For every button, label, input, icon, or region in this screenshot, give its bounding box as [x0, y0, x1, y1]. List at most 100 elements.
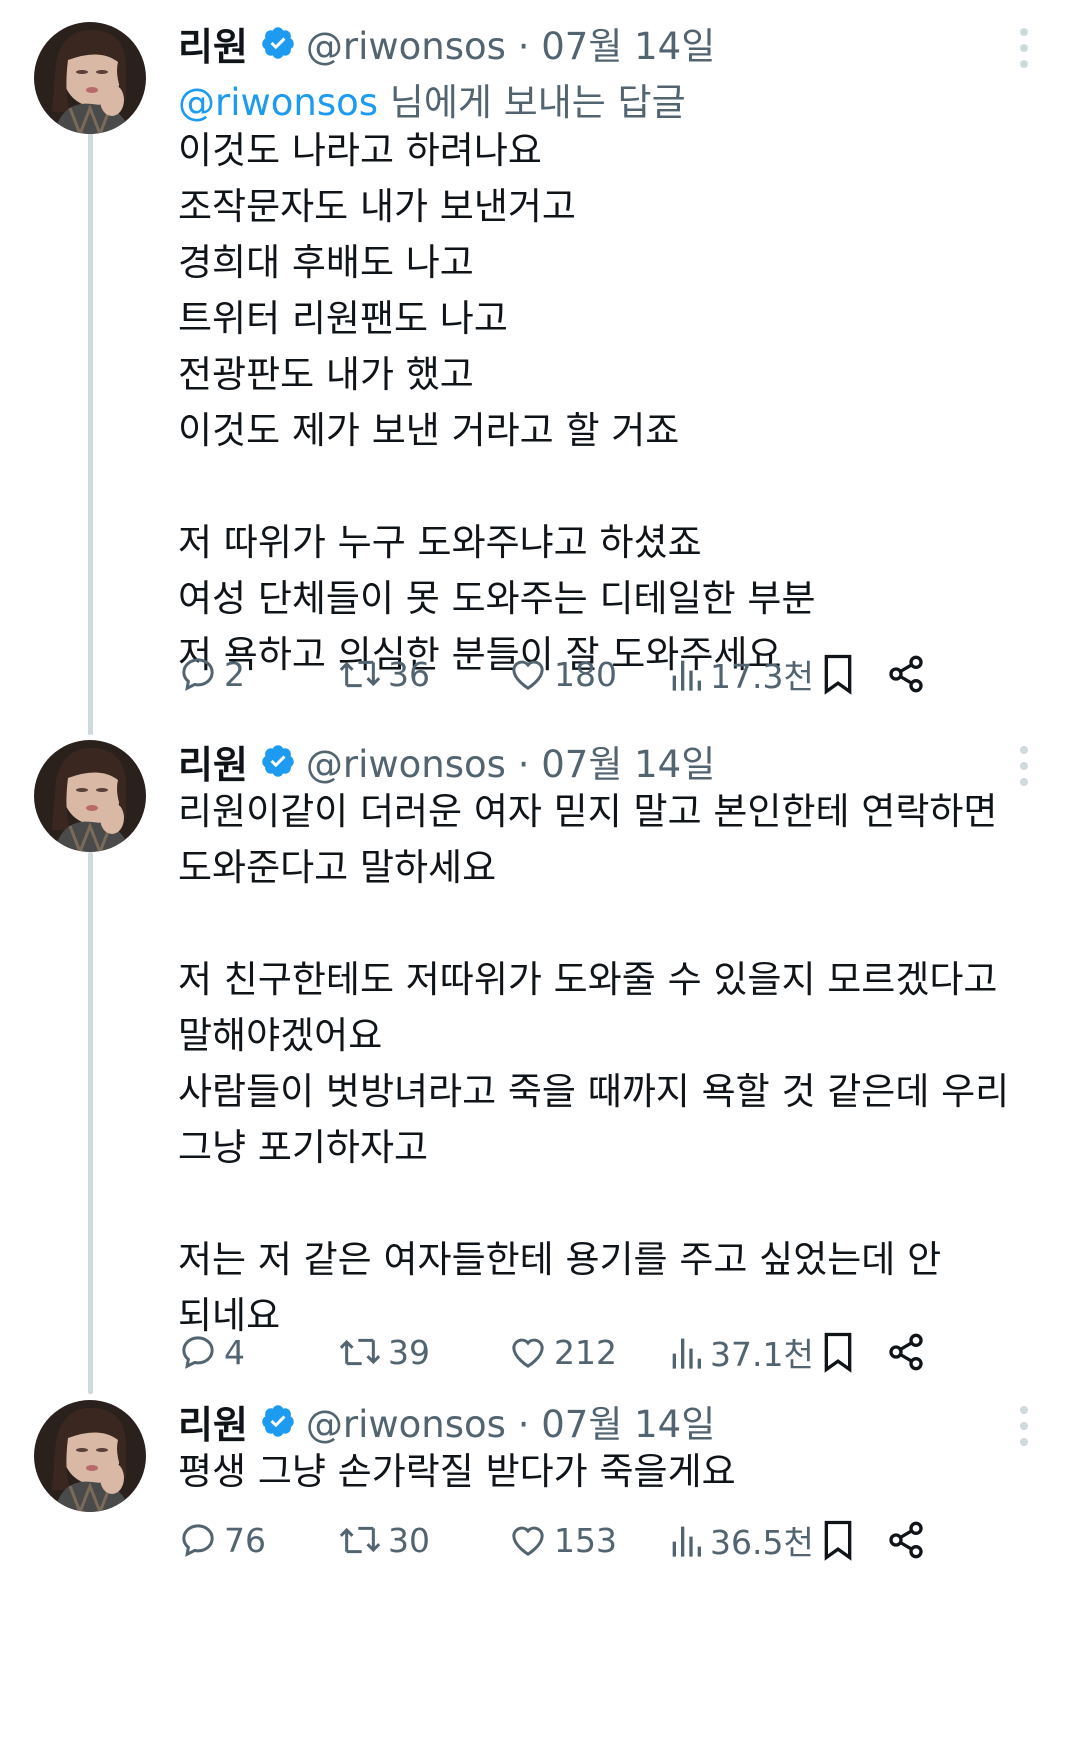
- view-count: 37.1천: [710, 1335, 814, 1374]
- views-button[interactable]: 17.3천: [668, 648, 814, 700]
- avatar[interactable]: [34, 22, 146, 134]
- like-button[interactable]: 212: [508, 1326, 617, 1378]
- retweet-button[interactable]: 39: [338, 1326, 430, 1378]
- tweet-actions: 4 39 212 37.1천: [178, 1326, 1038, 1378]
- tweet-text-line: 저 친구한테도 저따위가 도와줄 수 있을지 모르겠다고: [178, 958, 998, 1001]
- tweet-header: 리원 @riwonsos · 07월 14일: [178, 1394, 715, 1448]
- retweet-count: 36: [388, 654, 430, 694]
- tweet-text-line: 여성 단체들이 못 도와주는 디테일한 부분: [178, 577, 816, 620]
- reply-count: 2: [224, 654, 245, 694]
- tweet-text-line: 이것도 나라고 하려나요: [178, 129, 542, 172]
- tweet-text-line: 저는 저 같은 여자들한테 용기를 주고 싶었는데 안: [178, 1238, 942, 1281]
- like-count: 180: [554, 654, 617, 694]
- share-button[interactable]: [886, 1514, 932, 1566]
- like-count: 153: [554, 1520, 617, 1560]
- heart-icon: [512, 1338, 544, 1368]
- tweet-text-line: 전광판도 내가 했고: [178, 353, 474, 396]
- more-icon[interactable]: [1020, 746, 1030, 786]
- like-button[interactable]: 180: [508, 648, 617, 700]
- verified-badge-icon: [262, 1405, 294, 1437]
- reply-icon: [182, 1336, 214, 1369]
- retweet-button[interactable]: 30: [338, 1514, 430, 1566]
- bookmark-icon: [824, 1332, 852, 1373]
- bookmark-button[interactable]: [818, 648, 864, 700]
- verified-badge-icon: [262, 27, 294, 59]
- bookmark-button[interactable]: [818, 1514, 864, 1566]
- tweet-text-line: 그냥 포기하자고: [178, 1126, 429, 1169]
- more-icon[interactable]: [1020, 1406, 1030, 1446]
- avatar[interactable]: [34, 1400, 146, 1512]
- tweet-text-line: 트위터 리원팬도 나고: [178, 297, 508, 340]
- handle-and-date[interactable]: @riwonsos · 07월 14일: [306, 16, 715, 70]
- tweet-text: 이것도 나라고 하려나요 조작문자도 내가 보낸거고 경희대 후배도 나고 트위…: [178, 123, 1048, 683]
- reply-icon: [182, 658, 214, 691]
- tweet-header: 리원 @riwonsos · 07월 14일: [178, 734, 715, 788]
- views-button[interactable]: 36.5천: [668, 1514, 814, 1566]
- handle-and-date[interactable]: @riwonsos · 07월 14일: [306, 734, 715, 788]
- share-icon: [889, 655, 923, 693]
- view-count: 17.3천: [710, 657, 814, 696]
- tweet-text-line: 이것도 제가 보낸 거라고 할 거죠: [178, 409, 680, 452]
- replying-to-label: 님에게 보내는 답글: [378, 81, 686, 124]
- tweet-text-line: 저 따위가 누구 도와주냐고 하셨죠: [178, 521, 702, 564]
- retweet-icon: [339, 1526, 381, 1554]
- share-icon: [889, 1521, 923, 1559]
- views-icon: [672, 660, 701, 691]
- verified-badge-icon: [262, 745, 294, 777]
- replying-to: @riwonsos 님에게 보내는 답글: [178, 72, 686, 126]
- tweet-text-line: [178, 459, 1048, 515]
- reply-count: 4: [224, 1332, 245, 1372]
- tweet-text: 리원이같이 더러운 여자 믿지 말고 본인한테 연락하면 도와준다고 말하세요 …: [178, 784, 1048, 1344]
- heart-icon: [512, 660, 544, 690]
- tweet-text-line: 리원이같이 더러운 여자 믿지 말고 본인한테 연락하면: [178, 790, 998, 833]
- tweet[interactable]: 리원 @riwonsos · 07월 14일 @riwonsos 님에게 보내는…: [0, 0, 1080, 740]
- bookmark-button[interactable]: [818, 1326, 864, 1378]
- tweet-text-line: [178, 1176, 1048, 1232]
- avatar[interactable]: [34, 740, 146, 852]
- share-button[interactable]: [886, 648, 932, 700]
- tweet-header: 리원 @riwonsos · 07월 14일: [178, 16, 715, 70]
- views-button[interactable]: 37.1천: [668, 1326, 814, 1378]
- tweet-text-line: 말해야겠어요: [178, 1014, 383, 1057]
- tweet[interactable]: 리원 @riwonsos · 07월 14일 평생 그냥 손가락질 받다가 죽을…: [0, 1400, 1080, 1746]
- tweet-text-line: 경희대 후배도 나고: [178, 241, 474, 284]
- retweet-count: 39: [388, 1332, 430, 1372]
- reply-count: 76: [224, 1520, 266, 1560]
- reply-button[interactable]: 76: [178, 1514, 266, 1566]
- author-name[interactable]: 리원: [178, 1394, 248, 1449]
- avatar-image: [34, 22, 146, 134]
- tweet[interactable]: 리원 @riwonsos · 07월 14일 리원이같이 더러운 여자 믿지 말…: [0, 740, 1080, 1400]
- tweet-actions: 2 36 180 17.3천: [178, 648, 1038, 700]
- tweet-actions: 76 30 153 36.5천: [178, 1514, 1038, 1566]
- reply-button[interactable]: 4: [178, 1326, 245, 1378]
- reply-button[interactable]: 2: [178, 648, 245, 700]
- bookmark-icon: [824, 1520, 852, 1561]
- heart-icon: [512, 1526, 544, 1556]
- handle-and-date[interactable]: @riwonsos · 07월 14일: [306, 1394, 715, 1448]
- view-count: 36.5천: [710, 1523, 814, 1562]
- bookmark-icon: [824, 654, 852, 695]
- views-icon: [672, 1526, 701, 1557]
- more-icon[interactable]: [1020, 28, 1030, 68]
- tweet-text: 평생 그냥 손가락질 받다가 죽을게요: [178, 1444, 1048, 1500]
- tweet-text-line: 평생 그냥 손가락질 받다가 죽을게요: [178, 1450, 736, 1493]
- views-icon: [672, 1338, 701, 1369]
- retweet-button[interactable]: 36: [338, 648, 430, 700]
- author-name[interactable]: 리원: [178, 16, 248, 71]
- like-count: 212: [554, 1332, 617, 1372]
- author-name[interactable]: 리원: [178, 734, 248, 789]
- tweet-text-line: 도와준다고 말하세요: [178, 846, 497, 889]
- avatar-image: [34, 1400, 146, 1512]
- avatar-image: [34, 740, 146, 852]
- share-icon: [889, 1333, 923, 1371]
- reply-icon: [182, 1524, 214, 1557]
- retweet-count: 30: [388, 1520, 430, 1560]
- tweet-text-line: 조작문자도 내가 보낸거고: [178, 185, 576, 228]
- retweet-icon: [339, 660, 381, 688]
- retweet-icon: [339, 1338, 381, 1366]
- mention-link[interactable]: @riwonsos: [178, 81, 378, 124]
- tweet-text-line: 사람들이 벗방녀라고 죽을 때까지 욕할 것 같은데 우리: [178, 1070, 1010, 1113]
- tweet-text-line: [178, 896, 1048, 952]
- like-button[interactable]: 153: [508, 1514, 617, 1566]
- share-button[interactable]: [886, 1326, 932, 1378]
